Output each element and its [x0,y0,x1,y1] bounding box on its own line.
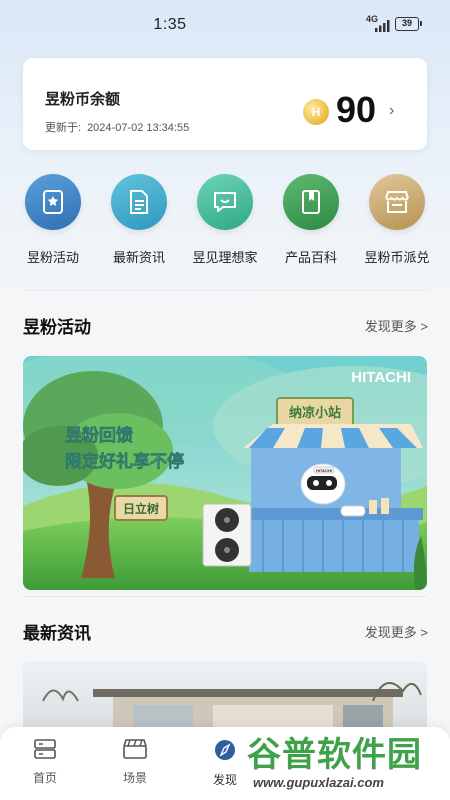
star-bookmark-icon [25,174,81,230]
update-label: 更新于: [45,122,82,134]
watermark-url: www.gupuxlazai.com [253,775,384,790]
activity-more-link[interactable]: 发现更多 > [365,316,428,335]
quick-item-ideal-home[interactable]: 昱见理想家 [182,174,268,266]
news-more-link[interactable]: 发现更多 > [365,622,428,641]
chat-bubble-icon [197,174,253,230]
tab-scene[interactable]: 场景 [100,739,170,786]
activity-banner[interactable]: 日立树 昱粉回馈 限定好礼享不停 HITACHI 纳凉小站 HITACHI [23,356,427,590]
watermark: 谷普软件园 www.gupuxlazai.com [247,735,443,795]
status-bar: 1:35 4G 39 [0,0,450,52]
coin-icon: H [303,99,329,125]
clapperboard-icon [123,739,147,759]
battery-icon: 39 [395,17,422,31]
status-time: 1:35 [153,16,187,33]
quick-item-activity[interactable]: 昱粉活动 [10,174,96,266]
tab-label: 首页 [32,771,57,785]
home-list-icon [34,739,56,759]
brand-logo: HITACHI [351,369,411,386]
quick-item-news[interactable]: 最新资讯 [96,174,182,266]
quick-menu: 昱粉活动 最新资讯 昱见理想家 产品百科 昱粉币派兑 [10,174,440,274]
banner-headline-line1: 昱粉回馈 [65,425,133,445]
stall-sign-text: 纳凉小站 [289,405,341,420]
robot-badge-text: HITACHI [316,468,332,473]
chevron-right-icon[interactable]: › [389,102,394,120]
store-icon [369,174,425,230]
activity-section-title: 昱粉活动 [23,318,91,337]
quick-label: 昱粉币派兑 [364,250,430,265]
compass-icon [215,740,235,760]
news-section-title: 最新资讯 [23,624,91,643]
divider [23,596,427,597]
update-time: 2024-07-02 13:34:55 [87,122,190,134]
tree-sign-text: 日立树 [123,501,159,516]
watermark-title: 谷普软件园 [247,736,422,774]
document-icon [111,174,167,230]
banner-illustration: 日立树 昱粉回馈 限定好礼享不停 HITACHI 纳凉小站 HITACHI [23,356,427,590]
banner-headline-line2: 限定好礼享不停 [65,451,184,471]
signal-icon [375,20,390,32]
balance-update: 更新于: 2024-07-02 13:34:55 [45,119,189,135]
tab-label: 场景 [122,771,147,785]
balance-card[interactable]: 昱粉币余额 更新于: 2024-07-02 13:34:55 H 90 › [23,58,427,150]
tab-home[interactable]: 首页 [10,739,80,786]
balance-value: 90 [336,89,377,130]
quick-item-coin-exchange[interactable]: 昱粉币派兑 [354,174,440,266]
book-icon [283,174,339,230]
balance-title: 昱粉币余额 [45,91,121,108]
quick-label: 昱见理想家 [192,250,258,265]
quick-label: 最新资讯 [112,250,165,265]
quick-label: 产品百科 [284,250,337,265]
quick-item-encyclopedia[interactable]: 产品百科 [268,174,354,266]
divider [23,290,427,291]
quick-label: 昱粉活动 [26,250,79,265]
